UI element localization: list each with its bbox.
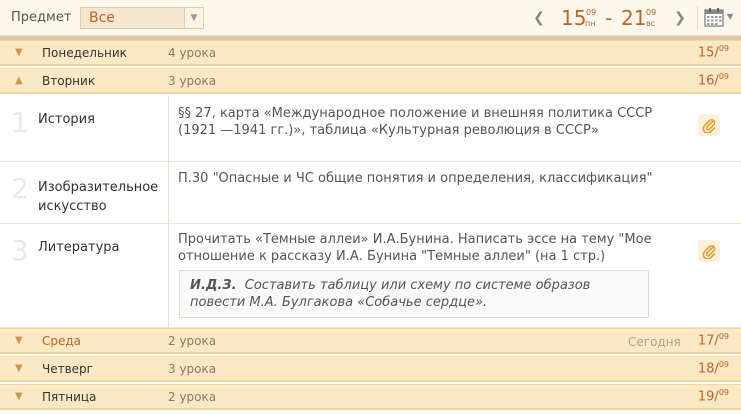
lesson-count: 2 урока (168, 390, 217, 404)
week-end-dow: вс (646, 19, 656, 28)
lesson-subject: История (38, 112, 95, 127)
day-header-wednesday[interactable]: ▼ Среда 2 урока Сегодня 17/09 (0, 328, 741, 354)
day-header-friday[interactable]: ▼ Пятница 2 урока 19/09 (0, 384, 741, 410)
day-name: Понедельник (42, 46, 127, 60)
attachment-button[interactable] (698, 114, 720, 136)
chevron-down-icon: ▼ (15, 47, 23, 58)
lesson-count: 4 урока (168, 46, 217, 60)
day-name: Среда (42, 334, 82, 348)
day-header-monday[interactable]: ▼ Понедельник 4 урока 15/09 (0, 40, 741, 66)
prev-week-button[interactable]: ❮ (530, 8, 548, 28)
next-week-button[interactable]: ❯ (671, 8, 689, 28)
calendar-icon (704, 8, 724, 27)
week-start-dow: пн (585, 19, 596, 28)
toolbar: Предмет Все ▼ ❮ 15 09 пн - 21 09 вс ❯ ▼ (0, 0, 741, 36)
subject-label: Предмет (11, 10, 72, 25)
chevron-down-icon: ▼ (15, 335, 23, 346)
lesson-homework: П.30 "Опасные и ЧС общие понятия и опред… (178, 171, 653, 186)
day-date: 17/09 (697, 332, 729, 349)
chevron-down-icon: ▼ (15, 363, 23, 374)
attachment-button[interactable] (698, 240, 720, 262)
lesson-count: 2 урока (168, 334, 217, 348)
chevron-down-icon[interactable]: ▼ (184, 8, 203, 28)
week-dash: - (605, 6, 613, 30)
lesson-number: 1 (11, 106, 29, 139)
lesson-row: 2 Изобразительное искусство П.30 "Опасны… (0, 162, 741, 224)
week-start-month: 09 (586, 8, 597, 17)
day-date: 19/09 (697, 388, 729, 405)
day-name: Четверг (42, 362, 93, 376)
individual-homework-text: И.Д.З. Составить таблицу или схему по си… (190, 278, 591, 310)
lesson-subject: Литература (38, 240, 120, 255)
day-header-tuesday[interactable]: ▲ Вторник 3 урока 16/09 (0, 68, 741, 94)
lesson-homework: §§ 27, карта «Международное положение и … (178, 106, 653, 138)
day-name: Вторник (42, 74, 96, 88)
paperclip-icon (702, 119, 716, 133)
lesson-number: 3 (11, 234, 29, 267)
lesson-count: 3 урока (168, 74, 217, 88)
lesson-row: 3 Литература Прочитать «Темные аллеи» И.… (0, 224, 741, 328)
day-date: 18/09 (697, 360, 729, 377)
column-divider (168, 162, 169, 223)
lesson-row: 1 История §§ 27, карта «Международное по… (0, 96, 741, 162)
day-name: Пятница (42, 390, 97, 404)
lesson-subject: Изобразительное искусство (38, 180, 159, 214)
individual-homework-label: И.Д.З. (190, 278, 237, 293)
subject-select-value: Все (89, 10, 115, 26)
toolbar-divider (697, 6, 698, 30)
subject-select[interactable]: Все ▼ (80, 7, 204, 29)
column-divider (168, 96, 169, 161)
individual-homework-box: И.Д.З. Составить таблицу или схему по си… (179, 270, 649, 318)
paperclip-icon (702, 245, 716, 259)
lesson-number: 2 (11, 172, 29, 205)
day-date: 16/09 (697, 72, 729, 89)
calendar-button[interactable]: ▼ (704, 7, 736, 29)
lesson-count: 3 урока (168, 362, 217, 376)
chevron-down-icon: ▼ (727, 12, 734, 21)
lesson-homework: Прочитать «Темные аллеи» И.А.Бунина. Нап… (178, 232, 652, 264)
week-start-day: 15 (561, 6, 587, 30)
chevron-down-icon: ▼ (15, 391, 23, 402)
week-end-day: 21 (621, 6, 647, 30)
day-date: 15/09 (697, 44, 729, 61)
week-end-month: 09 (646, 8, 657, 17)
column-divider (168, 224, 169, 327)
today-label: Сегодня (628, 335, 681, 349)
chevron-up-icon: ▲ (15, 75, 23, 86)
day-header-thursday[interactable]: ▼ Четверг 3 урока 18/09 (0, 356, 741, 382)
